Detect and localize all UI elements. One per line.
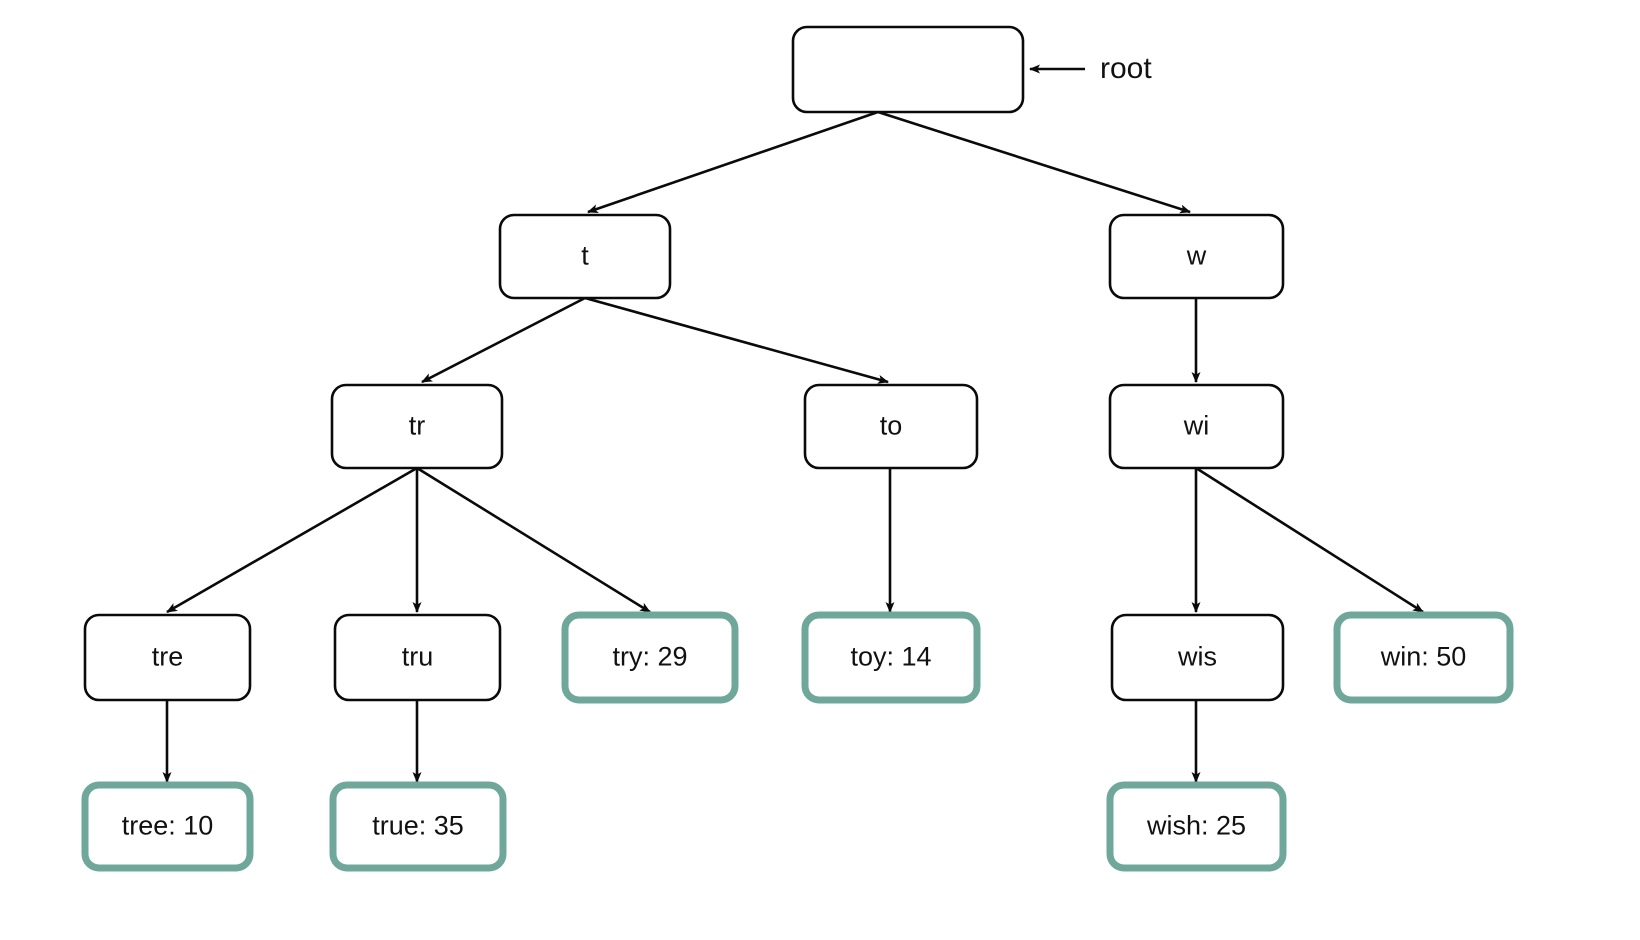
node-label: tre (152, 642, 184, 672)
tree-edge (587, 110, 879, 214)
trie-node-t[interactable]: t (498, 213, 672, 300)
trie-node-wi[interactable]: wi (1108, 383, 1285, 470)
trie-node-win[interactable]: win: 50 (1333, 611, 1514, 704)
trie-node-toy[interactable]: toy: 14 (801, 611, 981, 704)
trie-node-w[interactable]: w (1108, 213, 1285, 300)
annotations-layer: root (1029, 52, 1152, 85)
node-box-plain (791, 25, 1025, 114)
tree-edge (584, 296, 889, 384)
node-label: true: 35 (372, 811, 464, 841)
trie-node-tree[interactable]: tree: 10 (81, 781, 254, 872)
node-label: toy: 14 (850, 642, 931, 672)
node-label: w (1186, 241, 1207, 271)
node-label: win: 50 (1380, 642, 1467, 672)
node-label: try: 29 (612, 642, 687, 672)
trie-node-wis[interactable]: wis (1110, 613, 1285, 702)
node-label: wish: 25 (1146, 811, 1246, 841)
trie-diagram: t w tr to wi tre tru try: 29 toy: 14 wis win: 50 tr… (0, 0, 1640, 940)
node-label: tree: 10 (122, 811, 214, 841)
node-label: wi (1183, 411, 1210, 441)
tree-edge (877, 110, 1191, 214)
annotation-label: root (1100, 52, 1152, 85)
trie-node-tru[interactable]: tru (333, 613, 502, 702)
trie-node-true[interactable]: true: 35 (329, 781, 507, 872)
trie-node-root[interactable] (791, 25, 1025, 114)
trie-node-to[interactable]: to (803, 383, 979, 470)
node-label: wis (1177, 642, 1217, 672)
trie-node-tr[interactable]: tr (330, 383, 504, 470)
tree-edge (1195, 466, 1424, 614)
tree-edge (166, 466, 418, 614)
tree-edge (421, 296, 586, 384)
trie-node-tre[interactable]: tre (83, 613, 252, 702)
node-label: tr (409, 411, 426, 441)
node-label: to (880, 411, 903, 441)
trie-node-try[interactable]: try: 29 (561, 611, 739, 704)
node-label: t (581, 241, 589, 271)
trie-canvas: t w tr to wi tre tru try: 29 toy: 14 wis win: 50 tr… (81, 25, 1514, 872)
node-label: tru (402, 642, 434, 672)
nodes-layer: t w tr to wi tre tru try: 29 toy: 14 wis win: 50 tr… (81, 25, 1514, 872)
annotation-root-annotation: root (1029, 52, 1152, 85)
trie-node-wish[interactable]: wish: 25 (1106, 781, 1287, 872)
tree-edge (416, 466, 651, 614)
